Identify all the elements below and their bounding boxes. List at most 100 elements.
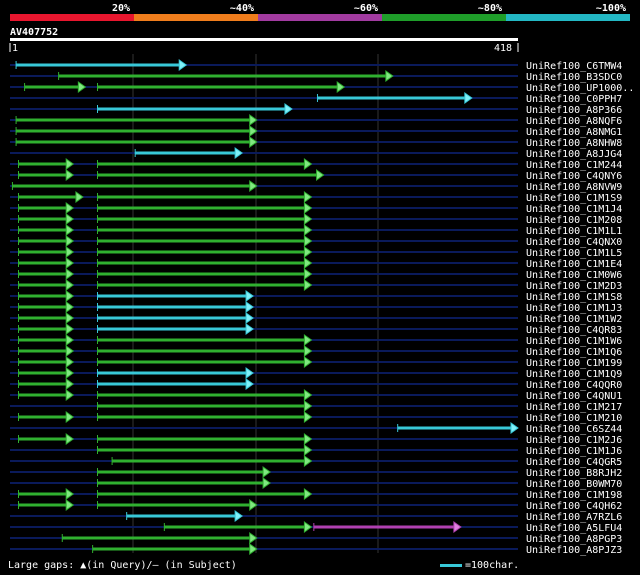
hit-name[interactable]: UniRef100_C0PPH7 [526,94,622,105]
hit-row[interactable]: UniRef100_C1M1E4 [10,257,622,270]
hit-row[interactable]: UniRef100_C1M1Q9 [10,367,622,380]
hit-arrow-icon [245,323,254,335]
hit-row[interactable]: UniRef100_C0PPH7 [10,92,622,105]
hit-row[interactable]: UniRef100_C1M1Q6 [10,345,622,358]
hit-row[interactable]: UniRef100_A8NVW9 [10,180,622,193]
hit-row[interactable]: UniRef100_C1M217 [10,400,622,413]
hit-row[interactable]: UniRef100_UP1000.. [10,81,634,94]
hit-name[interactable]: UniRef100_C1M1L5 [526,248,622,259]
hit-row[interactable]: UniRef100_C1M1J3 [10,301,622,314]
hit-row[interactable]: UniRef100_C4QR83 [10,323,622,336]
hit-name[interactable]: UniRef100_A8NQF6 [526,116,622,127]
hit-name[interactable]: UniRef100_C1M2D3 [526,281,622,292]
hit-row[interactable]: UniRef100_A8PGP3 [10,532,622,545]
hit-row[interactable]: UniRef100_A8PJZ3 [10,543,622,556]
hit-row[interactable]: UniRef100_C1M2D3 [10,279,622,292]
hit-name[interactable]: UniRef100_A5LFU4 [526,523,622,534]
hit-arrow-icon [65,433,75,445]
hit-name[interactable]: UniRef100_B3SDC0 [526,72,622,83]
hit-name[interactable]: UniRef100_C6TMW4 [526,61,622,72]
hit-name[interactable]: UniRef100_C1M199 [526,358,622,369]
hit-row[interactable]: UniRef100_C6TMW4 [10,59,622,72]
hit-row[interactable]: UniRef100_C4QNY6 [10,169,622,182]
hit-row[interactable]: UniRef100_C1M1S8 [10,290,622,303]
hit-name[interactable]: UniRef100_A8JJG4 [526,149,622,160]
hit-row[interactable]: UniRef100_B3SDC0 [10,70,622,83]
hit-name[interactable]: UniRef100_C1M1J3 [526,303,622,314]
hit-row[interactable]: UniRef100_C1M1J4 [10,202,622,215]
hit-row[interactable]: UniRef100_C4QNU1 [10,389,622,402]
hit-name[interactable]: UniRef100_A8NMG1 [526,127,622,138]
hit-arrow-icon [234,510,243,522]
hit-name[interactable]: UniRef100_C1M1S8 [526,292,622,303]
hit-row[interactable]: UniRef100_A5LFU4 [10,521,622,534]
hit-arrow-icon [303,279,313,291]
hit-row[interactable]: UniRef100_C1M1S9 [10,191,622,204]
hit-name[interactable]: UniRef100_C1M208 [526,215,622,226]
hit-name[interactable]: UniRef100_C1M1J6 [526,446,622,457]
hit-name[interactable]: UniRef100_C4QNY6 [526,171,622,182]
hit-row[interactable]: UniRef100_C1M208 [10,213,622,226]
hit-row[interactable]: UniRef100_C4QH62 [10,499,622,512]
hit-arrow-icon [303,521,313,533]
hit-name[interactable]: UniRef100_C1M244 [526,160,622,171]
hit-name[interactable]: UniRef100_C1M1W6 [526,336,622,347]
hit-name[interactable]: UniRef100_C6SZ44 [526,424,622,435]
hit-row[interactable]: UniRef100_C1M1W6 [10,334,622,347]
hit-name[interactable]: UniRef100_C1M1J4 [526,204,622,215]
hit-row[interactable]: UniRef100_C1M198 [10,488,622,501]
hit-name[interactable]: UniRef100_C4QQR0 [526,380,622,391]
hit-row[interactable]: UniRef100_A8NQF6 [10,114,622,127]
hit-name[interactable]: UniRef100_A7RZL6 [526,512,622,523]
hit-name[interactable]: UniRef100_C1M1L1 [526,226,622,237]
hit-name[interactable]: UniRef100_C4QNX0 [526,237,622,248]
hit-arrow-icon [510,422,519,434]
hit-row[interactable]: UniRef100_C4QGR5 [10,455,622,468]
hit-row[interactable]: UniRef100_C1M1L5 [10,246,622,259]
hit-row[interactable]: UniRef100_A8JJG4 [10,147,622,160]
hit-arrow-icon [303,345,313,357]
hit-row[interactable]: UniRef100_C4QQR0 [10,378,622,391]
hit-row[interactable]: UniRef100_C1M1W2 [10,312,622,325]
hit-name[interactable]: UniRef100_B8RJH2 [526,468,622,479]
hit-row[interactable]: UniRef100_A7RZL6 [10,510,622,523]
hit-name[interactable]: UniRef100_A8NHW8 [526,138,622,149]
hit-name[interactable]: UniRef100_C1M1E4 [526,259,622,270]
hit-name[interactable]: UniRef100_C4QNU1 [526,391,622,402]
hit-name[interactable]: UniRef100_C1M1S9 [526,193,622,204]
hit-name[interactable]: UniRef100_C1M1Q6 [526,347,622,358]
hit-row[interactable]: UniRef100_A8P366 [10,103,622,116]
hit-name[interactable]: UniRef100_C1M0W6 [526,270,622,281]
hit-name[interactable]: UniRef100_C4QR83 [526,325,622,336]
hit-arrow-icon [245,312,254,324]
hit-arrow-icon [262,466,271,478]
hit-row[interactable]: UniRef100_B8RJH2 [10,466,622,479]
hit-arrow-icon [65,158,75,170]
hit-name[interactable]: UniRef100_C1M2J6 [526,435,622,446]
hit-row[interactable]: UniRef100_B0WM70 [10,477,622,490]
hit-name[interactable]: UniRef100_A8PJZ3 [526,545,622,556]
hit-row[interactable]: UniRef100_A8NMG1 [10,125,622,138]
hit-name[interactable]: UniRef100_C4QGR5 [526,457,622,468]
hit-name[interactable]: UniRef100_C4QH62 [526,501,622,512]
hit-name[interactable]: UniRef100_B0WM70 [526,479,622,490]
hit-arrow-icon [65,378,75,390]
hit-name[interactable]: UniRef100_C1M198 [526,490,622,501]
hit-row[interactable]: UniRef100_C1M1J6 [10,444,622,457]
hit-name[interactable]: UniRef100_A8NVW9 [526,182,622,193]
hit-name[interactable]: UniRef100_C1M210 [526,413,622,424]
hit-row[interactable]: UniRef100_A8NHW8 [10,136,622,149]
hit-name[interactable]: UniRef100_A8PGP3 [526,534,622,545]
hit-row[interactable]: UniRef100_C1M210 [10,411,622,424]
hit-row[interactable]: UniRef100_C1M199 [10,356,622,369]
hit-row[interactable]: UniRef100_C1M0W6 [10,268,622,281]
hit-row[interactable]: UniRef100_C1M2J6 [10,433,622,446]
hit-row[interactable]: UniRef100_C6SZ44 [10,422,622,435]
hit-name[interactable]: UniRef100_C1M1W2 [526,314,622,325]
hit-row[interactable]: UniRef100_C4QNX0 [10,235,622,248]
hit-name[interactable]: UniRef100_C1M217 [526,402,622,413]
hit-name[interactable]: UniRef100_A8P366 [526,105,622,116]
hit-name[interactable]: UniRef100_UP1000.. [526,83,634,94]
hit-row[interactable]: UniRef100_C1M1L1 [10,224,622,237]
hit-name[interactable]: UniRef100_C1M1Q9 [526,369,622,380]
